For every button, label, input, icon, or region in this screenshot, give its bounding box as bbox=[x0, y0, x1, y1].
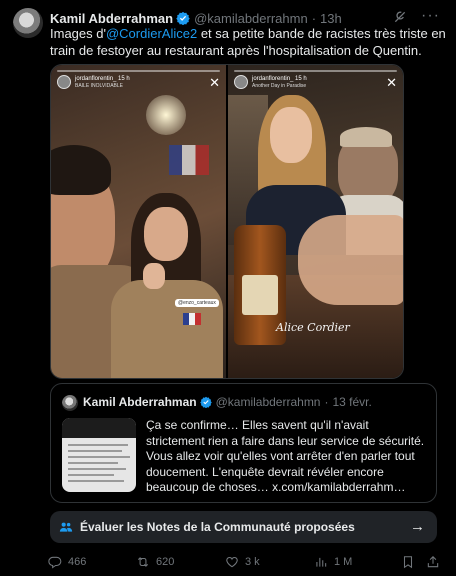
community-notes-label: Évaluer les Notes de la Communauté propo… bbox=[80, 520, 355, 534]
woman-face bbox=[144, 207, 188, 261]
story-meta: jordanflorentin_ 15 h Another Day in Par… bbox=[252, 76, 307, 89]
story-mention-sticker: @enzo_carteaux bbox=[175, 299, 219, 307]
quoted-tweet-thumbnail bbox=[62, 418, 136, 492]
man-hair bbox=[51, 145, 111, 195]
story-progress-bar bbox=[234, 70, 398, 72]
image-caption: Alice Cordier bbox=[276, 321, 350, 334]
repost-icon bbox=[137, 557, 149, 567]
tweet-media[interactable]: jordanflorentin_ 15 h BAILE INOLVIDABLE … bbox=[50, 64, 404, 379]
bg-flag-wall bbox=[169, 145, 209, 175]
repost-count: 620 bbox=[156, 556, 175, 568]
bookmark-button[interactable] bbox=[401, 555, 415, 569]
grok-icon[interactable] bbox=[392, 9, 408, 25]
more-options-icon[interactable]: ··· bbox=[421, 7, 440, 25]
story-username: jordanflorentin_ bbox=[252, 75, 294, 82]
community-notes-button[interactable]: Évaluer les Notes de la Communauté propo… bbox=[50, 511, 437, 543]
hands bbox=[298, 215, 403, 305]
separator-dot: · bbox=[324, 395, 329, 409]
share-button[interactable] bbox=[426, 555, 440, 569]
french-flag-icon bbox=[183, 313, 201, 325]
verified-badge-icon bbox=[199, 396, 212, 408]
bookmark-icon bbox=[403, 556, 413, 569]
tweet[interactable]: Kamil Abderrahman @kamilabderrahmn · 13h… bbox=[0, 0, 456, 576]
quoted-author-name: Kamil Abderrahman bbox=[83, 395, 197, 409]
story-close-icon: ✕ bbox=[386, 75, 398, 90]
woman-sweater bbox=[111, 280, 223, 378]
story-time: 15 h bbox=[295, 75, 307, 82]
quoted-author-handle: @kamilabderrahmn bbox=[215, 395, 321, 409]
raised-hand bbox=[143, 263, 165, 289]
community-notes-icon bbox=[59, 522, 73, 532]
bottle-label bbox=[242, 275, 278, 315]
story-username: jordanflorentin_ bbox=[75, 75, 117, 82]
author-avatar[interactable] bbox=[13, 8, 43, 38]
media-image-right[interactable]: jordanflorentin_ 15 h Another Day in Par… bbox=[228, 65, 403, 378]
woman-face bbox=[270, 107, 312, 163]
author-name[interactable]: Kamil Abderrahman bbox=[50, 11, 173, 26]
story-avatar bbox=[234, 75, 248, 89]
quoted-author-avatar bbox=[62, 395, 78, 411]
repost-button[interactable]: 620 bbox=[136, 555, 174, 569]
mention-link[interactable]: @CordierAlice2 bbox=[106, 26, 197, 41]
separator-dot: · bbox=[311, 10, 317, 26]
story-progress-bar bbox=[57, 70, 221, 72]
share-icon bbox=[427, 556, 439, 568]
quoted-tweet-text: Ça se confirme… Elles savent qu'il n'ava… bbox=[146, 418, 425, 494]
story-music: Another Day in Paradise bbox=[252, 82, 307, 89]
story-meta: jordanflorentin_ 15 h BAILE INOLVIDABLE bbox=[75, 76, 130, 89]
tweet-time[interactable]: 13h bbox=[320, 11, 342, 26]
story-avatar bbox=[57, 75, 71, 89]
views-button[interactable]: 1 M bbox=[314, 555, 352, 569]
quoted-tweet[interactable]: Kamil Abderrahman @kamilabderrahmn · 13 … bbox=[50, 383, 437, 503]
views-count: 1 M bbox=[334, 556, 353, 568]
story-close-icon: ✕ bbox=[209, 75, 221, 90]
reply-icon bbox=[48, 556, 62, 569]
reply-button[interactable]: 466 bbox=[48, 555, 86, 569]
reply-count: 466 bbox=[68, 556, 87, 568]
story-time: 15 h bbox=[118, 75, 130, 82]
quoted-tweet-header: Kamil Abderrahman @kamilabderrahmn · 13 … bbox=[83, 395, 372, 409]
tweet-text-start: Images d' bbox=[50, 26, 106, 41]
media-image-left[interactable]: jordanflorentin_ 15 h BAILE INOLVIDABLE … bbox=[51, 65, 227, 378]
author-handle[interactable]: @kamilabderrahmn bbox=[194, 11, 308, 26]
story-header-left: jordanflorentin_ 15 h BAILE INOLVIDABLE … bbox=[57, 75, 221, 90]
like-count: 3 k bbox=[245, 556, 260, 568]
story-header-right: jordanflorentin_ 15 h Another Day in Par… bbox=[234, 75, 398, 90]
man-cap bbox=[340, 127, 392, 147]
views-icon bbox=[316, 557, 327, 567]
like-button[interactable]: 3 k bbox=[225, 555, 260, 569]
tweet-text: Images d'@CordierAlice2 et sa petite ban… bbox=[50, 25, 446, 59]
bg-light bbox=[146, 95, 186, 135]
tweet-actions: 466 620 3 k 1 M bbox=[48, 555, 444, 571]
arrow-right-icon: → bbox=[410, 518, 425, 535]
quoted-tweet-date: 13 févr. bbox=[332, 395, 372, 409]
verified-badge-icon bbox=[176, 11, 190, 25]
heart-icon bbox=[226, 557, 238, 568]
story-music: BAILE INOLVIDABLE bbox=[75, 82, 123, 89]
